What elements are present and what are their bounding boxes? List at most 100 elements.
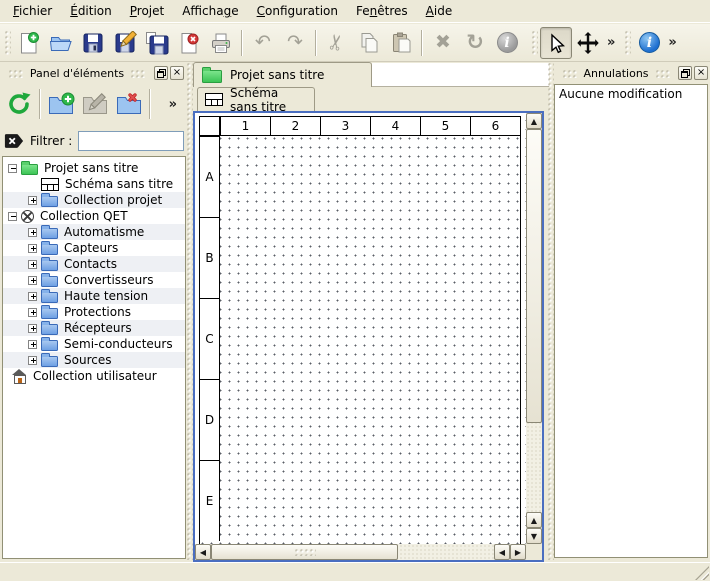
- reload-collections-button[interactable]: [2, 87, 36, 121]
- menu-configuration[interactable]: Configuration: [248, 1, 347, 21]
- expand-expander-icon[interactable]: [28, 308, 37, 317]
- float-panel-button[interactable]: [154, 66, 168, 80]
- print-button[interactable]: [205, 27, 237, 59]
- tree-item-collection-utilisateur[interactable]: Collection utilisateur: [3, 368, 185, 384]
- tree-item-contacts[interactable]: Contacts: [3, 256, 185, 272]
- tree-item-capteurs[interactable]: Capteurs: [3, 240, 185, 256]
- delete-element-button[interactable]: [112, 87, 146, 121]
- toolbar-overflow-chevron[interactable]: »: [665, 35, 679, 50]
- schema-tab[interactable]: Schéma sans titre: [197, 87, 315, 111]
- element-info-button[interactable]: i: [491, 27, 523, 59]
- tree-item-convertisseurs[interactable]: Convertisseurs: [3, 272, 185, 288]
- expand-expander-icon[interactable]: [28, 228, 37, 237]
- tree-item-schema-sans-titre[interactable]: Schéma sans titre: [3, 176, 185, 192]
- expand-expander-icon[interactable]: [28, 196, 37, 205]
- copy-button[interactable]: [353, 27, 385, 59]
- project-tab[interactable]: Projet sans titre: [193, 62, 372, 87]
- vertical-scrollbar[interactable]: ▲ ▲ ▼: [526, 113, 542, 544]
- save-button[interactable]: [77, 27, 109, 59]
- expand-expander-icon[interactable]: [28, 292, 37, 301]
- resize-grip[interactable]: [695, 566, 709, 580]
- menu-fenetres[interactable]: Fenêtres: [347, 1, 417, 21]
- new-element-button[interactable]: [44, 87, 78, 121]
- tree-item-sources[interactable]: Sources: [3, 352, 185, 368]
- scroll-up-button-2[interactable]: ▲: [526, 512, 542, 528]
- cut-button[interactable]: ✂: [321, 27, 353, 59]
- clear-filter-icon[interactable]: [4, 132, 24, 150]
- expand-expander-icon[interactable]: [28, 244, 37, 253]
- tree-item-semi-conducteurs[interactable]: Semi-conducteurs: [3, 336, 185, 352]
- qelectrotech-window: { "colors": { "window_bg": "#ece9d8", "v…: [0, 0, 710, 581]
- toolbar-overflow-chevron[interactable]: »: [604, 35, 618, 50]
- undo-list-item[interactable]: Aucune modification: [559, 87, 703, 101]
- scroll-right-button[interactable]: ▶: [510, 544, 526, 560]
- delete-element-icon: [115, 91, 143, 117]
- expand-expander-icon[interactable]: [28, 276, 37, 285]
- thumb-grip: [294, 548, 316, 556]
- right-splitter-handle[interactable]: [547, 62, 554, 560]
- undo-button[interactable]: ↶: [247, 27, 279, 59]
- project-info-icon: i: [639, 32, 660, 53]
- toolbar-drag-handle[interactable]: [4, 30, 11, 56]
- expand-expander-icon[interactable]: [28, 260, 37, 269]
- close-panel-button[interactable]: ×: [694, 66, 708, 80]
- scroll-up-button[interactable]: ▲: [526, 113, 542, 129]
- toolbar-drag-handle[interactable]: [624, 30, 631, 56]
- expand-expander-icon[interactable]: [28, 340, 37, 349]
- scroll-down-button[interactable]: ▼: [526, 528, 542, 544]
- tree-item-recepteurs[interactable]: Récepteurs: [3, 320, 185, 336]
- horizontal-scrollbar[interactable]: ◀ ◀ ▶: [195, 544, 526, 560]
- horizontal-scroll-thumb[interactable]: [211, 544, 398, 560]
- pointer-tool-button[interactable]: [540, 27, 572, 59]
- elements-panel-toolbar: »: [2, 84, 184, 124]
- home-icon: [11, 369, 27, 383]
- rotate-button[interactable]: ↻: [459, 27, 491, 59]
- save-all-button[interactable]: [141, 27, 173, 59]
- folder-icon: [41, 292, 58, 303]
- tree-item-haute-tension[interactable]: Haute tension: [3, 288, 185, 304]
- filter-input[interactable]: [78, 131, 184, 151]
- tree-item-projet-sans-titre[interactable]: Projet sans titre: [3, 160, 185, 176]
- delete-button[interactable]: ✖: [427, 27, 459, 59]
- diagram-view[interactable]: 1 2 3 4 5 6 A B C D E ▲ ▲ ▼ ◀ ◀ ▶: [193, 111, 544, 562]
- close-panel-button[interactable]: ×: [170, 66, 184, 80]
- scroll-left-button[interactable]: ◀: [195, 544, 211, 560]
- vertical-scroll-thumb[interactable]: [526, 129, 542, 423]
- menu-affichage[interactable]: Affichage: [173, 1, 247, 21]
- left-splitter-handle[interactable]: [186, 62, 193, 560]
- toolbar-drag-handle[interactable]: [531, 30, 538, 56]
- scroll-left-button-2[interactable]: ◀: [494, 544, 510, 560]
- menu-edition[interactable]: Édition: [61, 1, 121, 21]
- project-information-button[interactable]: i: [633, 27, 665, 59]
- expand-expander-icon[interactable]: [28, 356, 37, 365]
- tree-item-collection-projet[interactable]: Collection projet: [3, 192, 185, 208]
- save-as-button[interactable]: [109, 27, 141, 59]
- new-document-button[interactable]: [13, 27, 45, 59]
- toolbar-separator: [241, 30, 243, 56]
- sheet-corner-cell: [200, 117, 220, 136]
- edit-element-button[interactable]: [78, 87, 112, 121]
- redo-button[interactable]: ↷: [279, 27, 311, 59]
- float-panel-button[interactable]: [678, 66, 692, 80]
- collapse-expander-icon[interactable]: [8, 212, 17, 221]
- close-document-button[interactable]: [173, 27, 205, 59]
- copy-icon: [357, 31, 381, 55]
- filter-row: Filtrer :: [4, 130, 186, 152]
- elements-panel-titlebar[interactable]: Panel d'éléments ×: [2, 64, 184, 82]
- tree-item-protections[interactable]: Protections: [3, 304, 185, 320]
- undo-panel-titlebar[interactable]: Annulations ×: [556, 64, 708, 82]
- move-tool-button[interactable]: [572, 27, 604, 59]
- open-document-button[interactable]: [45, 27, 77, 59]
- titlebar-texture: [130, 69, 146, 78]
- paste-button[interactable]: [385, 27, 417, 59]
- undo-history-list[interactable]: Aucune modification: [554, 84, 708, 558]
- menu-projet[interactable]: Projet: [121, 1, 173, 21]
- expand-expander-icon[interactable]: [28, 324, 37, 333]
- panel-toolbar-overflow-chevron[interactable]: »: [166, 97, 180, 112]
- collapse-expander-icon[interactable]: [8, 164, 17, 173]
- menu-aide[interactable]: Aide: [417, 1, 462, 21]
- tree-item-collection-qet[interactable]: Collection QET: [3, 208, 185, 224]
- menu-fichier[interactable]: Fichier: [4, 1, 61, 21]
- diagram-scene[interactable]: 1 2 3 4 5 6 A B C D E: [195, 113, 526, 544]
- tree-item-automatisme[interactable]: Automatisme: [3, 224, 185, 240]
